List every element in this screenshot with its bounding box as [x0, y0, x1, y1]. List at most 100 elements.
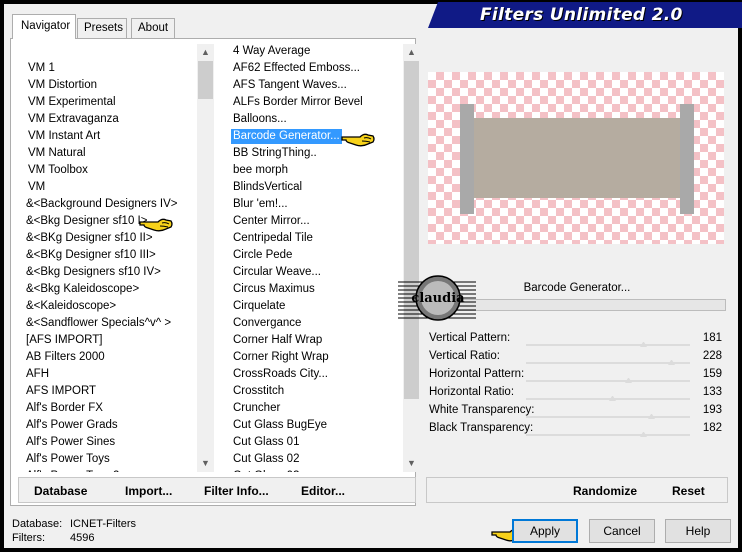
- tab-presets[interactable]: Presets: [77, 18, 127, 38]
- category-item[interactable]: &<Bkg Designer sf10 I>: [24, 214, 149, 229]
- filter-item[interactable]: Circular Weave...: [231, 265, 323, 280]
- category-item[interactable]: AFS IMPORT: [24, 384, 98, 399]
- parameter-slider[interactable]: [526, 395, 690, 401]
- scroll-thumb[interactable]: [404, 61, 419, 399]
- filter-item[interactable]: 4 Way Average: [231, 44, 312, 59]
- category-item[interactable]: VM Extravaganza: [26, 112, 121, 127]
- scroll-down-icon[interactable]: ▼: [197, 455, 214, 472]
- parameter-value: 159: [702, 368, 722, 380]
- category-item[interactable]: VM Distortion: [26, 78, 99, 93]
- filter-item[interactable]: Blur 'em!...: [231, 197, 290, 212]
- filter-item[interactable]: BlindsVertical: [231, 180, 304, 195]
- filter-item[interactable]: Crosstitch: [231, 384, 286, 399]
- category-item[interactable]: Alf's Power Sines: [24, 435, 117, 450]
- filter-item[interactable]: Centripedal Tile: [231, 231, 315, 246]
- category-item[interactable]: Alf's Power Toys 2: [24, 469, 121, 472]
- category-scrollbar[interactable]: ▲ ▼: [197, 44, 214, 472]
- category-item[interactable]: &<Bkg Designers sf10 IV>: [24, 265, 163, 280]
- pointing-hand-icon: [341, 133, 375, 147]
- category-item[interactable]: VM Experimental: [26, 95, 118, 110]
- category-item[interactable]: [AFS IMPORT]: [24, 333, 104, 348]
- filter-item[interactable]: BB StringThing..: [231, 146, 319, 161]
- filter-item[interactable]: ALFs Border Mirror Bevel: [231, 95, 365, 110]
- title-banner: Filters Unlimited 2.0: [428, 2, 742, 28]
- filter-item[interactable]: Convergance: [231, 316, 303, 331]
- svg-text:claudia: claudia: [411, 291, 465, 306]
- parameter-row: Black Transparency: 182: [426, 421, 726, 439]
- category-item[interactable]: AFH: [24, 367, 51, 382]
- parameter-row: Vertical Ratio: 228: [426, 349, 726, 367]
- slider-knob[interactable]: [625, 377, 633, 383]
- category-item[interactable]: Alf's Power Grads: [24, 418, 120, 433]
- filter-item[interactable]: Center Mirror...: [231, 214, 312, 229]
- category-item[interactable]: &<BKg Designer sf10 III>: [24, 248, 158, 263]
- slider-knob[interactable]: [639, 341, 647, 347]
- filter-item[interactable]: AFS Tangent Waves...: [231, 78, 349, 93]
- category-item[interactable]: VM: [26, 180, 47, 195]
- slider-knob[interactable]: [609, 395, 617, 401]
- filter-scrollbar[interactable]: ▲ ▼: [403, 44, 420, 472]
- parameter-row: Horizontal Pattern: 159: [426, 367, 726, 385]
- scroll-up-icon[interactable]: ▲: [197, 44, 214, 61]
- category-item[interactable]: &<Kaleidoscope>: [24, 299, 118, 314]
- import-button[interactable]: Import...: [123, 482, 174, 500]
- category-item[interactable]: &<Background Designers IV>: [24, 197, 180, 212]
- scroll-down-icon[interactable]: ▼: [403, 455, 420, 472]
- parameter-label: Vertical Ratio:: [429, 350, 500, 362]
- pointing-hand-icon: [139, 218, 173, 232]
- category-item[interactable]: &<BKg Designer sf10 II>: [24, 231, 155, 246]
- cancel-button[interactable]: Cancel: [589, 519, 655, 543]
- filter-info-button[interactable]: Filter Info...: [202, 482, 271, 500]
- category-item[interactable]: VM Instant Art: [26, 129, 102, 144]
- filter-item[interactable]: Cruncher: [231, 401, 282, 416]
- database-button[interactable]: Database: [32, 482, 89, 500]
- window-title: Filters Unlimited 2.0: [480, 5, 683, 25]
- slider-knob[interactable]: [639, 431, 647, 437]
- slider-knob[interactable]: [647, 413, 655, 419]
- claudia-watermark-logo: claudia: [398, 275, 476, 321]
- parameter-slider[interactable]: [526, 413, 690, 419]
- parameter-slider[interactable]: [526, 377, 690, 383]
- apply-button[interactable]: Apply: [512, 519, 578, 543]
- randomize-button[interactable]: Randomize: [571, 482, 639, 500]
- category-item[interactable]: &<Bkg Kaleidoscope>: [24, 282, 141, 297]
- filters-label: Filters:: [12, 532, 45, 544]
- tab-about[interactable]: About: [131, 18, 175, 38]
- database-label: Database:: [12, 518, 63, 530]
- parameter-slider[interactable]: [526, 341, 690, 347]
- reset-button[interactable]: Reset: [670, 482, 707, 500]
- scroll-thumb[interactable]: [198, 61, 213, 99]
- parameter-slider[interactable]: [526, 359, 690, 365]
- filter-item[interactable]: Corner Right Wrap: [231, 350, 331, 365]
- filter-item[interactable]: Cut Glass BugEye: [231, 418, 329, 433]
- category-item[interactable]: &<Sandflower Specials^v^ >: [24, 316, 173, 331]
- filter-item[interactable]: Cut Glass 03: [231, 469, 301, 472]
- category-item[interactable]: Alf's Border FX: [24, 401, 105, 416]
- parameter-label: Horizontal Pattern:: [429, 368, 525, 380]
- filter-item-selected[interactable]: Barcode Generator...: [231, 129, 342, 144]
- filter-item[interactable]: Corner Half Wrap: [231, 333, 324, 348]
- parameter-value: 228: [702, 350, 722, 362]
- filter-item[interactable]: CrossRoads City...: [231, 367, 330, 382]
- help-button[interactable]: Help: [665, 519, 731, 543]
- category-item[interactable]: VM 1: [26, 61, 57, 76]
- filter-item[interactable]: bee morph: [231, 163, 290, 178]
- filter-item[interactable]: AF62 Effected Emboss...: [231, 61, 362, 76]
- tab-navigator[interactable]: Navigator: [12, 14, 76, 39]
- editor-button[interactable]: Editor...: [299, 482, 347, 500]
- filter-item[interactable]: Circus Maximus: [231, 282, 317, 297]
- category-list[interactable]: VM 1 VM Distortion VM Experimental VM Extra…: [14, 44, 212, 472]
- filter-item[interactable]: Cut Glass 01: [231, 435, 301, 450]
- scroll-up-icon[interactable]: ▲: [403, 44, 420, 61]
- category-item[interactable]: AB Filters 2000: [24, 350, 107, 365]
- filter-item[interactable]: Balloons...: [231, 112, 289, 127]
- parameter-slider[interactable]: [526, 431, 690, 437]
- category-item[interactable]: VM Toolbox: [26, 163, 90, 178]
- filter-item[interactable]: Circle Pede: [231, 248, 294, 263]
- filter-list[interactable]: 4 Way Average AF62 Effected Emboss... AFS …: [230, 44, 420, 472]
- filter-item[interactable]: Cirquelate: [231, 299, 287, 314]
- slider-knob[interactable]: [668, 359, 676, 365]
- category-item[interactable]: Alf's Power Toys: [24, 452, 112, 467]
- category-item[interactable]: VM Natural: [26, 146, 88, 161]
- filter-item[interactable]: Cut Glass 02: [231, 452, 301, 467]
